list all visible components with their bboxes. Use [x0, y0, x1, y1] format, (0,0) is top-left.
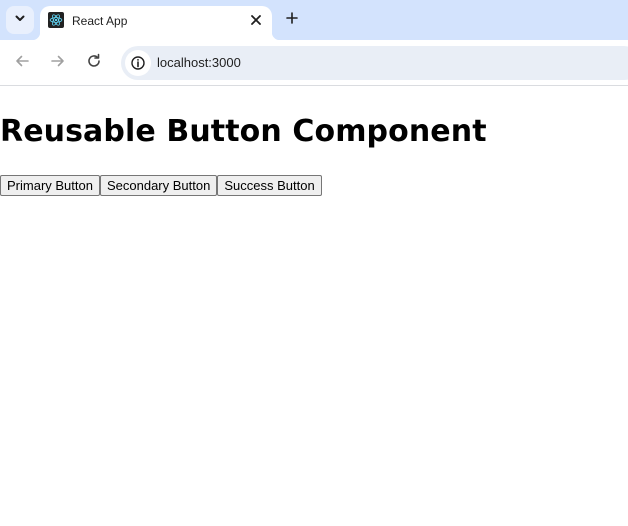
page-content: Reusable Button Component Primary Button… — [0, 87, 628, 526]
forward-button[interactable] — [46, 51, 70, 75]
reload-button[interactable] — [82, 51, 106, 75]
chevron-down-icon — [14, 11, 26, 29]
success-button[interactable]: Success Button — [217, 175, 322, 196]
tab-title: React App — [72, 14, 128, 28]
tab-strip: React App — [0, 0, 628, 40]
arrow-right-icon — [50, 53, 66, 74]
address-bar[interactable]: localhost:3000 — [121, 46, 628, 80]
button-row: Primary Button Secondary Button Success … — [0, 175, 322, 196]
url-text[interactable]: localhost:3000 — [157, 55, 241, 70]
back-button[interactable] — [10, 51, 34, 75]
secondary-button[interactable]: Secondary Button — [99, 175, 218, 196]
info-icon[interactable] — [125, 50, 151, 76]
plus-icon — [286, 11, 298, 29]
page-title: Reusable Button Component — [0, 114, 487, 149]
arrow-left-icon — [14, 53, 30, 74]
new-tab-button[interactable] — [280, 8, 304, 32]
tab-search-button[interactable] — [6, 6, 34, 34]
close-icon[interactable] — [246, 10, 266, 30]
active-tab[interactable]: React App — [32, 6, 280, 40]
browser-toolbar: localhost:3000 — [0, 40, 628, 86]
primary-button[interactable]: Primary Button — [0, 175, 100, 196]
react-logo-icon — [48, 12, 64, 28]
reload-icon — [86, 53, 102, 74]
